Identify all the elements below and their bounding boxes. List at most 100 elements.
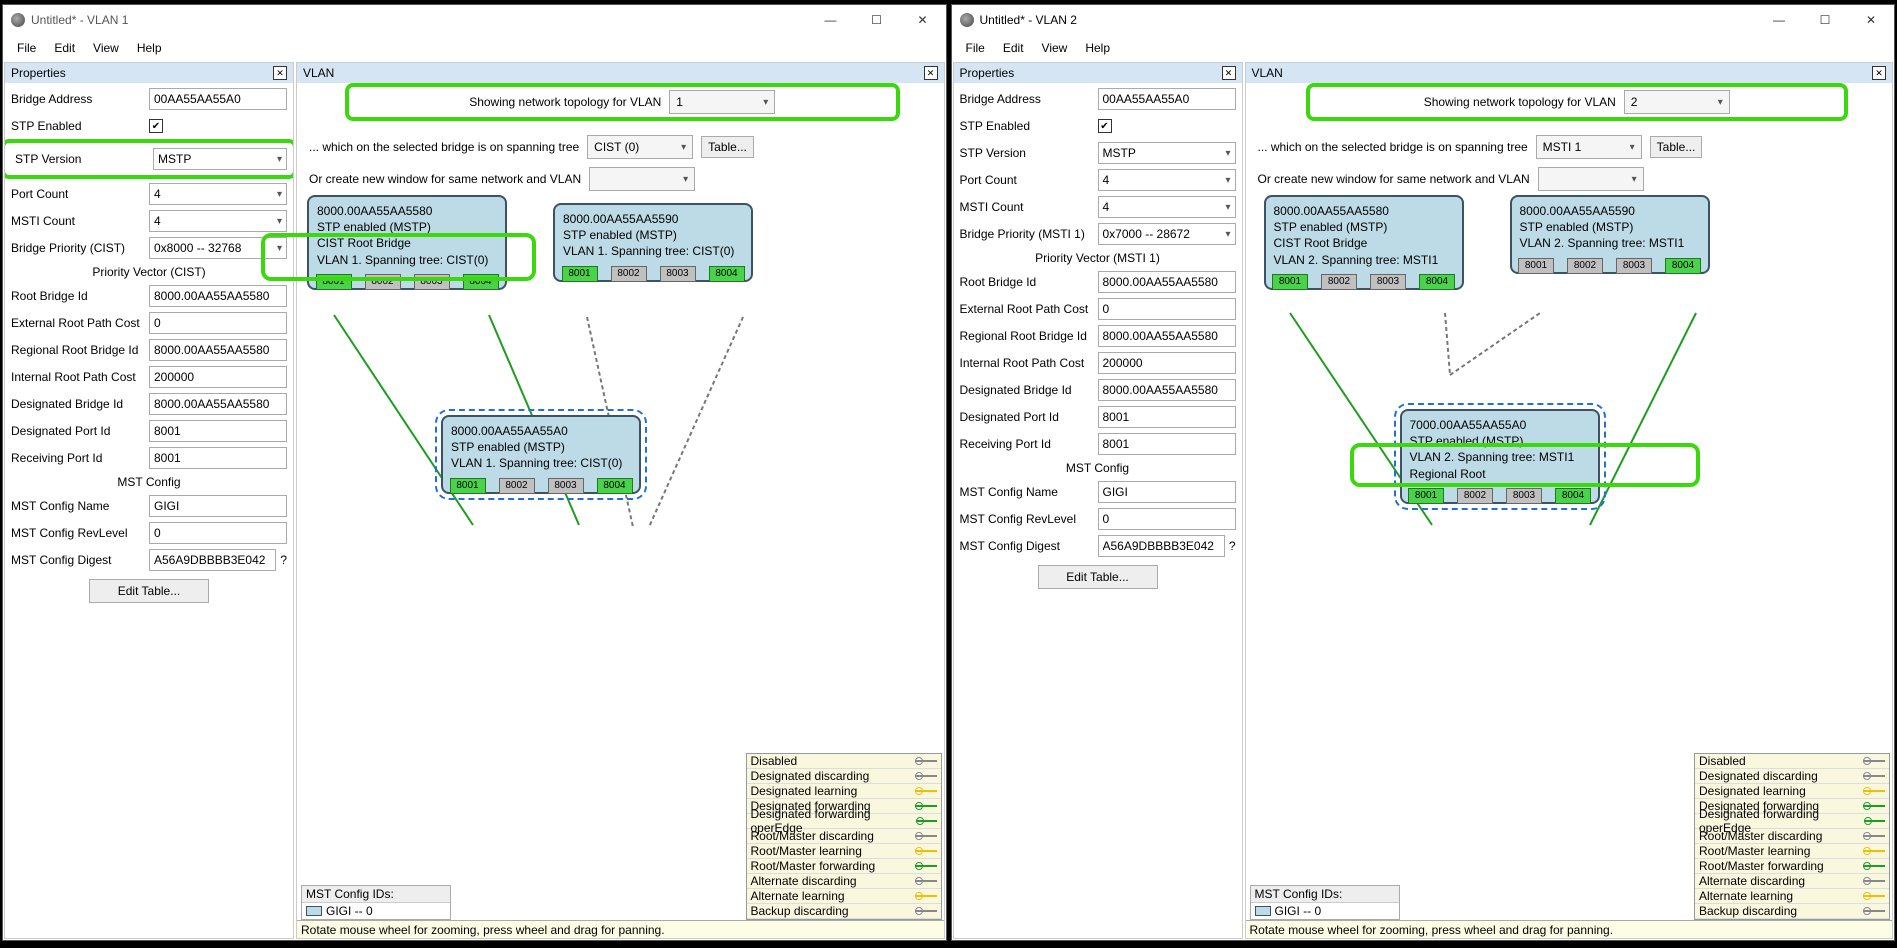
port[interactable]: 8003 [548,478,584,494]
legend-row: Designated learning [1695,784,1889,799]
port[interactable]: 8004 [1419,274,1455,290]
digest-help-icon[interactable]: ? [280,553,287,567]
port[interactable]: 8003 [1370,274,1406,290]
new-window-select[interactable] [1538,167,1644,191]
designated-bridge-id [149,393,287,415]
topology-canvas[interactable]: 8000.00AA55AA5580 STP enabled (MSTP) CIS… [301,195,940,615]
menu-file[interactable]: File [958,39,993,57]
port[interactable]: 8004 [597,478,633,494]
menu-help[interactable]: Help [129,39,170,57]
legend: DisabledDesignated discardingDesignated … [1694,753,1890,920]
mst-config-rev-input[interactable] [1098,508,1236,530]
bridge-node[interactable]: 8000.00AA55AA5590 STP enabled (MSTP) VLA… [553,203,753,282]
port[interactable]: 8004 [1555,488,1591,504]
swatch-icon [306,906,322,916]
titlebar[interactable]: Untitled* - VLAN 2 — ☐ ✕ [952,5,1895,35]
app-window-1: Untitled* - VLAN 1 — ☐ ✕ File Edit View … [2,4,947,941]
regional-root-id [149,339,287,361]
port-count-select[interactable]: 4 [1098,169,1236,191]
spanning-tree-select[interactable]: MSTI 1 [1536,135,1642,159]
panel-close-icon[interactable]: ✕ [1222,66,1236,80]
close-button[interactable]: ✕ [1848,5,1894,35]
table-button[interactable]: Table... [1650,136,1703,158]
new-window-select[interactable] [589,167,695,191]
menu-edit[interactable]: Edit [995,39,1032,57]
topology-canvas[interactable]: 8000.00AA55AA5580 STP enabled (MSTP) CIS… [1250,195,1889,615]
menu-edit[interactable]: Edit [46,39,83,57]
bridge-node[interactable]: 8000.00AA55AA5580 STP enabled (MSTP) CIS… [1264,195,1464,290]
minimize-button[interactable]: — [1756,5,1802,35]
stp-version-select[interactable]: MSTP [153,148,287,170]
titlebar[interactable]: Untitled* - VLAN 1 — ☐ ✕ [3,5,946,35]
vlan-select[interactable]: 1 [669,90,775,114]
mst-config-rev-input[interactable] [149,522,287,544]
legend-row: Backup discarding [1695,904,1889,919]
port[interactable]: 8002 [1457,488,1493,504]
legend-row: Backup discarding [747,904,941,919]
port-count-select[interactable]: 4 [149,183,287,205]
menu-help[interactable]: Help [1077,39,1118,57]
app-icon [11,13,25,27]
legend-row: Root/Master learning [1695,844,1889,859]
close-button[interactable]: ✕ [900,5,946,35]
bridge-node[interactable]: 8000.00AA55AA5590 STP enabled (MSTP) VLA… [1510,195,1710,274]
maximize-button[interactable]: ☐ [854,5,900,35]
port[interactable]: 8003 [1616,258,1652,274]
panel-close-icon[interactable]: ✕ [1872,66,1886,80]
bridge-priority-select[interactable]: 0x7000 -- 28672 [1098,223,1236,245]
panel-close-icon[interactable]: ✕ [273,66,287,80]
msti-count-select[interactable]: 4 [1098,196,1236,218]
legend-row: Designated learning [747,784,941,799]
port[interactable]: 8001 [1518,258,1554,274]
port[interactable]: 8004 [1665,258,1701,274]
port[interactable]: 8001 [562,266,598,282]
edit-table-button[interactable]: Edit Table... [89,579,209,603]
vlan-select[interactable]: 2 [1624,90,1730,114]
bridge-address-input[interactable] [149,88,287,110]
vlan-select-highlight: Showing network topology for VLAN 1 [345,83,900,121]
legend-row: Root/Master learning [747,844,941,859]
port[interactable]: 8001 [450,478,486,494]
stp-version-select[interactable]: MSTP [1098,142,1236,164]
msti-count-select[interactable]: 4 [149,210,287,232]
app-window-2: Untitled* - VLAN 2 — ☐ ✕ File Edit View … [951,4,1896,941]
legend-row: Designated discarding [1695,769,1889,784]
edit-table-button[interactable]: Edit Table... [1038,565,1158,589]
port[interactable]: 8002 [499,478,535,494]
app-icon [960,13,974,27]
mst-config-digest [149,549,276,571]
port[interactable]: 8003 [1506,488,1542,504]
port[interactable]: 8001 [1272,274,1308,290]
window-title: Untitled* - VLAN 1 [31,13,128,27]
digest-help-icon[interactable]: ? [1229,539,1236,553]
port[interactable]: 8001 [1408,488,1444,504]
legend-row: Alternate discarding [747,874,941,889]
stp-enabled-checkbox[interactable]: ✔ [1098,119,1112,133]
maximize-button[interactable]: ☐ [1802,5,1848,35]
stp-enabled-checkbox[interactable]: ✔ [149,119,163,133]
menu-file[interactable]: File [9,39,44,57]
mst-config-name-input[interactable] [1098,481,1236,503]
minimize-button[interactable]: — [808,5,854,35]
swatch-icon [1255,906,1271,916]
mst-config-name-input[interactable] [149,495,287,517]
vlan-panel: VLAN✕ Showing network topology for VLAN … [1245,62,1894,939]
bridge-node-selected[interactable]: 8000.00AA55AA55A0 STP enabled (MSTP) VLA… [441,415,641,494]
port[interactable]: 8002 [611,266,647,282]
panel-close-icon[interactable]: ✕ [924,66,938,80]
statusbar: Rotate mouse wheel for zooming, press wh… [1246,920,1893,938]
menu-view[interactable]: View [85,39,127,57]
menu-view[interactable]: View [1034,39,1076,57]
port[interactable]: 8004 [709,266,745,282]
legend-row: Root/Master forwarding [1695,859,1889,874]
legend-row: Designated discarding [747,769,941,784]
port[interactable]: 8002 [1567,258,1603,274]
properties-header: Properties ✕ [5,63,293,83]
bridge-address-input[interactable] [1098,88,1236,110]
port[interactable]: 8003 [660,266,696,282]
statusbar: Rotate mouse wheel for zooming, press wh… [297,920,944,938]
spanning-tree-select[interactable]: CIST (0) [587,135,693,159]
port[interactable]: 8002 [1321,274,1357,290]
root-bridge-id [149,285,287,307]
table-button[interactable]: Table... [701,136,754,158]
